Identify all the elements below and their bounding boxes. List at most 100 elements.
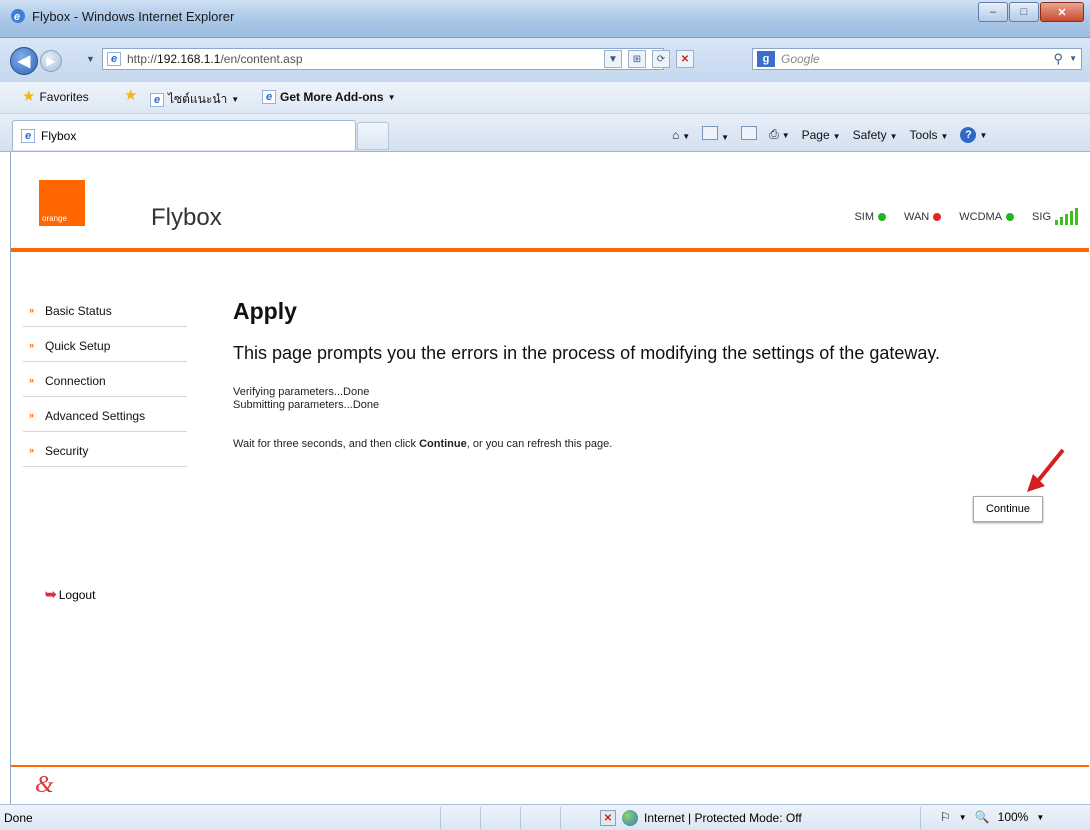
ie-logo-icon: e (11, 9, 25, 23)
safety-menu[interactable]: Safety ▼ (853, 128, 898, 142)
help-menu[interactable]: ? ▼ (960, 126, 987, 143)
bullet-icon: » (29, 445, 35, 455)
zoom-icon: 🔍 (974, 810, 990, 824)
window-title: Flybox - Windows Internet Explorer (32, 9, 235, 24)
sim-status-icon (878, 212, 886, 221)
get-addons-link[interactable]: e Get More Add-ons ▼ (262, 90, 395, 104)
print-icon: ⎙ (769, 127, 779, 141)
wcdma-status-icon (1006, 212, 1015, 221)
window-titlebar: e Flybox - Windows Internet Explorer – □… (0, 0, 1090, 38)
page-ie-icon: e (107, 52, 121, 66)
sidebar-item-connection[interactable]: » Connection (23, 362, 187, 397)
bullet-icon: » (29, 375, 35, 385)
red-arrow-icon (1027, 448, 1065, 492)
security-zone[interactable]: ✕ Internet | Protected Mode: Off (600, 810, 802, 826)
search-options-dropdown[interactable]: ▼ (1069, 54, 1077, 63)
ie-page-icon: e (150, 92, 164, 107)
address-input[interactable]: e http://192.168.1.1/en/content.asp (102, 48, 664, 70)
search-icon[interactable]: ⚲ (1053, 51, 1063, 67)
header-divider (11, 248, 1089, 252)
status-bar: Done ✕ Internet | Protected Mode: Off ⚐ ▼… (0, 804, 1090, 830)
search-placeholder: Google (781, 52, 820, 66)
tab-label: Flybox (41, 129, 77, 143)
message-submitting: Submitting parameters...Done (233, 399, 380, 411)
refresh-icon[interactable]: ⟳ (652, 50, 670, 68)
tools-menu[interactable]: Tools ▼ (910, 128, 949, 142)
tab-bar: e Flybox ⌂ ▼ ▼ ⎙ ▼ Page ▼ Safety ▼ Tools ▼ ? ▼ (0, 114, 1090, 152)
svg-text:e: e (14, 11, 20, 23)
sidebar-item-basic-status[interactable]: » Basic Status (23, 292, 187, 327)
status-text: Done (4, 811, 33, 825)
footer-divider (11, 765, 1089, 767)
print-button[interactable]: ⎙ ▼ (769, 127, 790, 142)
minimize-button[interactable]: – (978, 2, 1008, 22)
sidebar-item-security[interactable]: » Security (23, 432, 187, 467)
maximize-button[interactable]: □ (1009, 2, 1039, 22)
orange-logo: orange (39, 180, 85, 226)
status-wan: WAN (904, 211, 942, 223)
page-menu[interactable]: Page ▼ (802, 128, 841, 142)
stop-icon[interactable]: ✕ (676, 50, 694, 68)
zoom-control[interactable]: ⚐ ▼ 🔍 100% ▼ (940, 810, 1044, 824)
back-arrow-icon: ◀ (17, 53, 31, 70)
zoom-level: 100% (997, 810, 1029, 824)
internet-zone-icon (622, 810, 638, 826)
bullet-icon: » (29, 340, 35, 350)
favorites-button[interactable]: ★ Favorites (22, 88, 89, 105)
compatibility-view-icon[interactable]: ⊞ (628, 50, 646, 68)
logout-link[interactable]: ➥ Logout (45, 586, 95, 603)
favorites-label: Favorites (39, 90, 89, 104)
add-favorite-icon: ★ (124, 87, 138, 104)
chevron-down-icon: ▼ (231, 95, 240, 104)
page-title: Apply (233, 298, 297, 324)
page-content: orange Flybox SIM WAN WCDMA SIG » Basic … (10, 152, 1089, 804)
wait-instruction: Wait for three seconds, and then click C… (233, 438, 613, 450)
connection-status: SIM WAN WCDMA SIG (854, 208, 1078, 225)
continue-button[interactable]: Continue (973, 496, 1043, 522)
tab-ie-icon: e (21, 129, 35, 143)
bullet-icon: » (29, 305, 35, 315)
addons-label: Get More Add-ons (280, 90, 384, 104)
close-button[interactable]: ✕ (1040, 2, 1084, 22)
forward-button[interactable]: ▶ (40, 50, 62, 72)
address-dropdown-icon[interactable]: ▼ (604, 50, 622, 68)
suggested-sites-label: ไซต์แนะนำ (168, 92, 228, 106)
url-text: http://192.168.1.1/en/content.asp (127, 52, 303, 66)
sidebar-nav: » Basic Status » Quick Setup » Connectio… (23, 292, 187, 467)
site-title: Flybox (151, 204, 222, 231)
google-logo-icon: g (757, 51, 775, 67)
page-description: This page prompts you the errors in the … (233, 343, 941, 363)
favorites-bar: ★ Favorites ★ e ไซต์แนะนำ ▼ e Get More A… (0, 82, 1090, 114)
sidebar-item-advanced-settings[interactable]: » Advanced Settings (23, 397, 187, 432)
search-input[interactable]: g Google ⚲ ▼ (752, 48, 1082, 70)
new-tab-button[interactable] (357, 122, 389, 150)
feeds-button[interactable]: ▼ (702, 126, 729, 143)
status-sim: SIM (854, 211, 886, 223)
sidebar-item-quick-setup[interactable]: » Quick Setup (23, 327, 187, 362)
status-wcdma: WCDMA (959, 211, 1015, 223)
home-icon: ⌂ (672, 127, 680, 142)
protected-mode-off-icon: ✕ (600, 810, 616, 826)
mail-button[interactable] (741, 126, 758, 143)
home-button[interactable]: ⌂ ▼ (672, 128, 690, 142)
chevron-down-icon: ▼ (387, 92, 396, 102)
address-toolbar: ◀ ▶ ▼ e http://192.168.1.1/en/content.as… (0, 38, 1090, 82)
favorites-star-icon: ★ (22, 88, 36, 105)
mail-icon (741, 126, 758, 140)
command-bar: ⌂ ▼ ▼ ⎙ ▼ Page ▼ Safety ▼ Tools ▼ ? ▼ (672, 126, 987, 143)
ie-page-icon: e (262, 90, 276, 104)
window-controls: – □ ✕ (977, 2, 1084, 22)
wan-status-icon (933, 212, 942, 221)
tab-flybox[interactable]: e Flybox (12, 120, 356, 150)
popup-blocker-icon: ⚐ (940, 810, 951, 824)
message-verifying: Verifying parameters...Done (233, 386, 370, 398)
main-content: Apply This page prompts you the errors i… (233, 298, 1073, 450)
signal-bars-icon (1055, 208, 1078, 225)
feeds-icon (702, 126, 719, 140)
progress-messages: Verifying parameters...Done Submitting p… (233, 386, 1073, 412)
bullet-icon: » (29, 410, 35, 420)
back-button[interactable]: ◀ (10, 47, 38, 75)
add-to-favorites-bar-button[interactable]: ★ (124, 87, 138, 104)
recent-pages-dropdown[interactable]: ▼ (86, 54, 95, 64)
suggested-sites-link[interactable]: e ไซต์แนะนำ ▼ (150, 90, 239, 109)
